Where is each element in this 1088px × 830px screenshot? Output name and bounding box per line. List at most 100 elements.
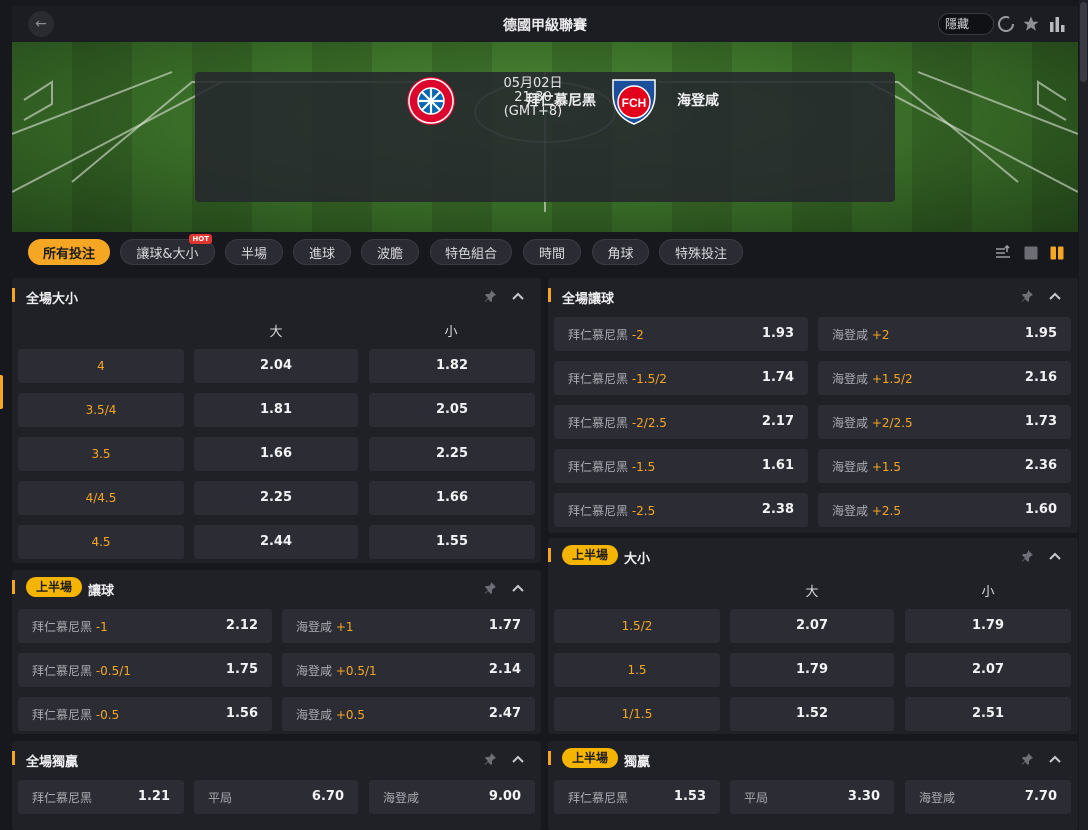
panel-header[interactable]: 全場獨贏 xyxy=(12,741,541,775)
odds-button[interactable]: 拜仁慕尼黑 -1.5 1.61 xyxy=(554,449,808,483)
odds-button[interactable]: 海登咸 +0.5/1 2.14 xyxy=(282,653,535,687)
odds-button[interactable]: 海登咸 9.00 xyxy=(369,780,535,814)
odds-button[interactable]: 拜仁慕尼黑 -2.5 2.38 xyxy=(554,493,808,527)
pin-icon[interactable] xyxy=(1020,751,1034,765)
top-bar: ← 德國甲級聯賽 隱藏 xyxy=(12,6,1078,42)
tab-time[interactable]: 時間 xyxy=(523,239,581,265)
odds-value: 1.75 xyxy=(225,662,258,677)
col-under: 小 xyxy=(981,585,995,600)
tab-label: 時間 xyxy=(538,246,565,262)
chevron-up-icon[interactable] xyxy=(1048,548,1062,562)
odds-button[interactable]: 1.82 xyxy=(369,349,535,383)
odds-button[interactable]: 1.79 xyxy=(730,653,894,687)
selection-label: 海登咸 +2 xyxy=(832,326,890,343)
refresh-icon[interactable] xyxy=(995,13,1017,35)
panel-header[interactable]: 上半場 獨贏 xyxy=(548,741,1078,775)
odds-button[interactable]: 1.55 xyxy=(369,525,535,559)
selection-label: 海登咸 +1 xyxy=(296,618,354,635)
odds-button[interactable]: 拜仁慕尼黑 -0.5/1 1.75 xyxy=(18,653,272,687)
team-name: 拜仁慕尼黑 xyxy=(32,620,93,634)
odds-button[interactable]: 海登咸 +1.5/2 2.16 xyxy=(818,361,1071,395)
odds-value: 2.17 xyxy=(761,414,794,429)
odds-button[interactable]: 海登咸 7.70 xyxy=(905,780,1071,814)
odds-button[interactable]: 2.51 xyxy=(905,697,1071,731)
two-column-icon[interactable] xyxy=(1049,245,1065,261)
handicap-value: -1 xyxy=(95,620,108,634)
chevron-up-icon[interactable] xyxy=(511,288,525,302)
tab-specials-combo[interactable]: 特色組合 xyxy=(430,239,512,265)
odds-button[interactable]: 2.07 xyxy=(905,653,1071,687)
odds-button[interactable]: 平局 3.30 xyxy=(730,780,894,814)
odds-button[interactable]: 2.05 xyxy=(369,393,535,427)
panel-header[interactable]: 上半場 讓球 xyxy=(12,570,541,604)
odds-value: 1.79 xyxy=(971,618,1005,633)
stats-icon[interactable] xyxy=(1046,13,1068,35)
selection-label: 海登咸 +1.5 xyxy=(832,458,901,475)
chevron-up-icon[interactable] xyxy=(1048,288,1062,302)
team-name: 拜仁慕尼黑 xyxy=(568,372,629,386)
match-date: 05月02日 xyxy=(503,76,563,91)
line-value: 3.5/4 xyxy=(85,403,117,417)
scrollbar-thumb[interactable] xyxy=(1080,2,1087,82)
odds-button[interactable]: 1.66 xyxy=(194,437,358,471)
odds-value: 1.82 xyxy=(435,358,469,373)
odds-value: 1.53 xyxy=(673,789,706,804)
pin-icon[interactable] xyxy=(483,580,497,594)
odds-value: 1.52 xyxy=(795,706,829,721)
odds-button[interactable]: 2.44 xyxy=(194,525,358,559)
odds-button[interactable]: 拜仁慕尼黑 -1 2.12 xyxy=(18,609,272,643)
odds-button[interactable]: 平局 6.70 xyxy=(194,780,358,814)
pin-icon[interactable] xyxy=(1020,288,1034,302)
scrollbar[interactable] xyxy=(1079,0,1088,830)
hide-toggle[interactable]: 隱藏 xyxy=(938,13,994,35)
tab-half[interactable]: 半場 xyxy=(225,239,283,265)
odds-value: 3.30 xyxy=(847,789,880,804)
chevron-up-icon[interactable] xyxy=(1048,751,1062,765)
chevron-up-icon[interactable] xyxy=(511,751,525,765)
odds-button[interactable]: 拜仁慕尼黑 -0.5 1.56 xyxy=(18,697,272,731)
odds-button[interactable]: 拜仁慕尼黑 1.53 xyxy=(554,780,720,814)
odds-button[interactable]: 海登咸 +2/2.5 1.73 xyxy=(818,405,1071,439)
odds-button[interactable]: 2.25 xyxy=(194,481,358,515)
odds-button[interactable]: 1.79 xyxy=(905,609,1071,643)
odds-button[interactable]: 1.66 xyxy=(369,481,535,515)
panel-header[interactable]: 全場讓球 xyxy=(548,278,1078,312)
odds-button[interactable]: 拜仁慕尼黑 -1.5/2 1.74 xyxy=(554,361,808,395)
tab-correct-score[interactable]: 波膽 xyxy=(361,239,419,265)
team-name: 海登咸 xyxy=(832,460,869,474)
odds-button[interactable]: 海登咸 +2 1.95 xyxy=(818,317,1071,351)
odds-button[interactable]: 1.52 xyxy=(730,697,894,731)
tab-all-bets[interactable]: 所有投注 xyxy=(28,239,110,265)
odds-button[interactable]: 拜仁慕尼黑 -2/2.5 2.17 xyxy=(554,405,808,439)
odds-value: 2.05 xyxy=(435,402,469,417)
odds-button[interactable]: 2.07 xyxy=(730,609,894,643)
odds-button[interactable]: 2.25 xyxy=(369,437,535,471)
pin-icon[interactable] xyxy=(483,751,497,765)
odds-button[interactable]: 海登咸 +0.5 2.47 xyxy=(282,697,535,731)
tab-handicap-total[interactable]: 讓球&大小 HOT xyxy=(120,234,215,265)
chevron-up-icon[interactable] xyxy=(511,580,525,594)
panel-header[interactable]: 上半場 大小 xyxy=(548,538,1078,572)
tab-corners[interactable]: 角球 xyxy=(592,239,649,265)
single-column-icon[interactable] xyxy=(1023,245,1039,261)
odds-button[interactable]: 1.81 xyxy=(194,393,358,427)
handicap-value: +1.5 xyxy=(871,460,901,474)
panel-header[interactable]: 全場大小 xyxy=(12,278,541,312)
team-name: 拜仁慕尼黑 xyxy=(568,460,629,474)
handicap-value: +2 xyxy=(871,328,890,342)
odds-value: 2.12 xyxy=(225,618,258,633)
odds-button[interactable]: 海登咸 +1 1.77 xyxy=(282,609,535,643)
market-tabs: 所有投注 讓球&大小 HOT 半場 進球 波膽 特色組合 時間 角球 特殊投注 xyxy=(12,234,1078,268)
odds-button[interactable]: 海登咸 +1.5 2.36 xyxy=(818,449,1071,483)
odds-button[interactable]: 海登咸 +2.5 1.60 xyxy=(818,493,1071,527)
odds-button[interactable]: 2.04 xyxy=(194,349,358,383)
tab-special-bets[interactable]: 特殊投注 xyxy=(659,239,743,265)
star-icon[interactable] xyxy=(1020,13,1042,35)
pin-icon[interactable] xyxy=(1020,548,1034,562)
handicap-value: +0.5 xyxy=(335,708,365,722)
odds-button[interactable]: 拜仁慕尼黑 1.21 xyxy=(18,780,184,814)
sort-icon[interactable] xyxy=(995,244,1011,261)
odds-button[interactable]: 拜仁慕尼黑 -2 1.93 xyxy=(554,317,808,351)
tab-goals[interactable]: 進球 xyxy=(293,239,351,265)
pin-icon[interactable] xyxy=(483,288,497,302)
